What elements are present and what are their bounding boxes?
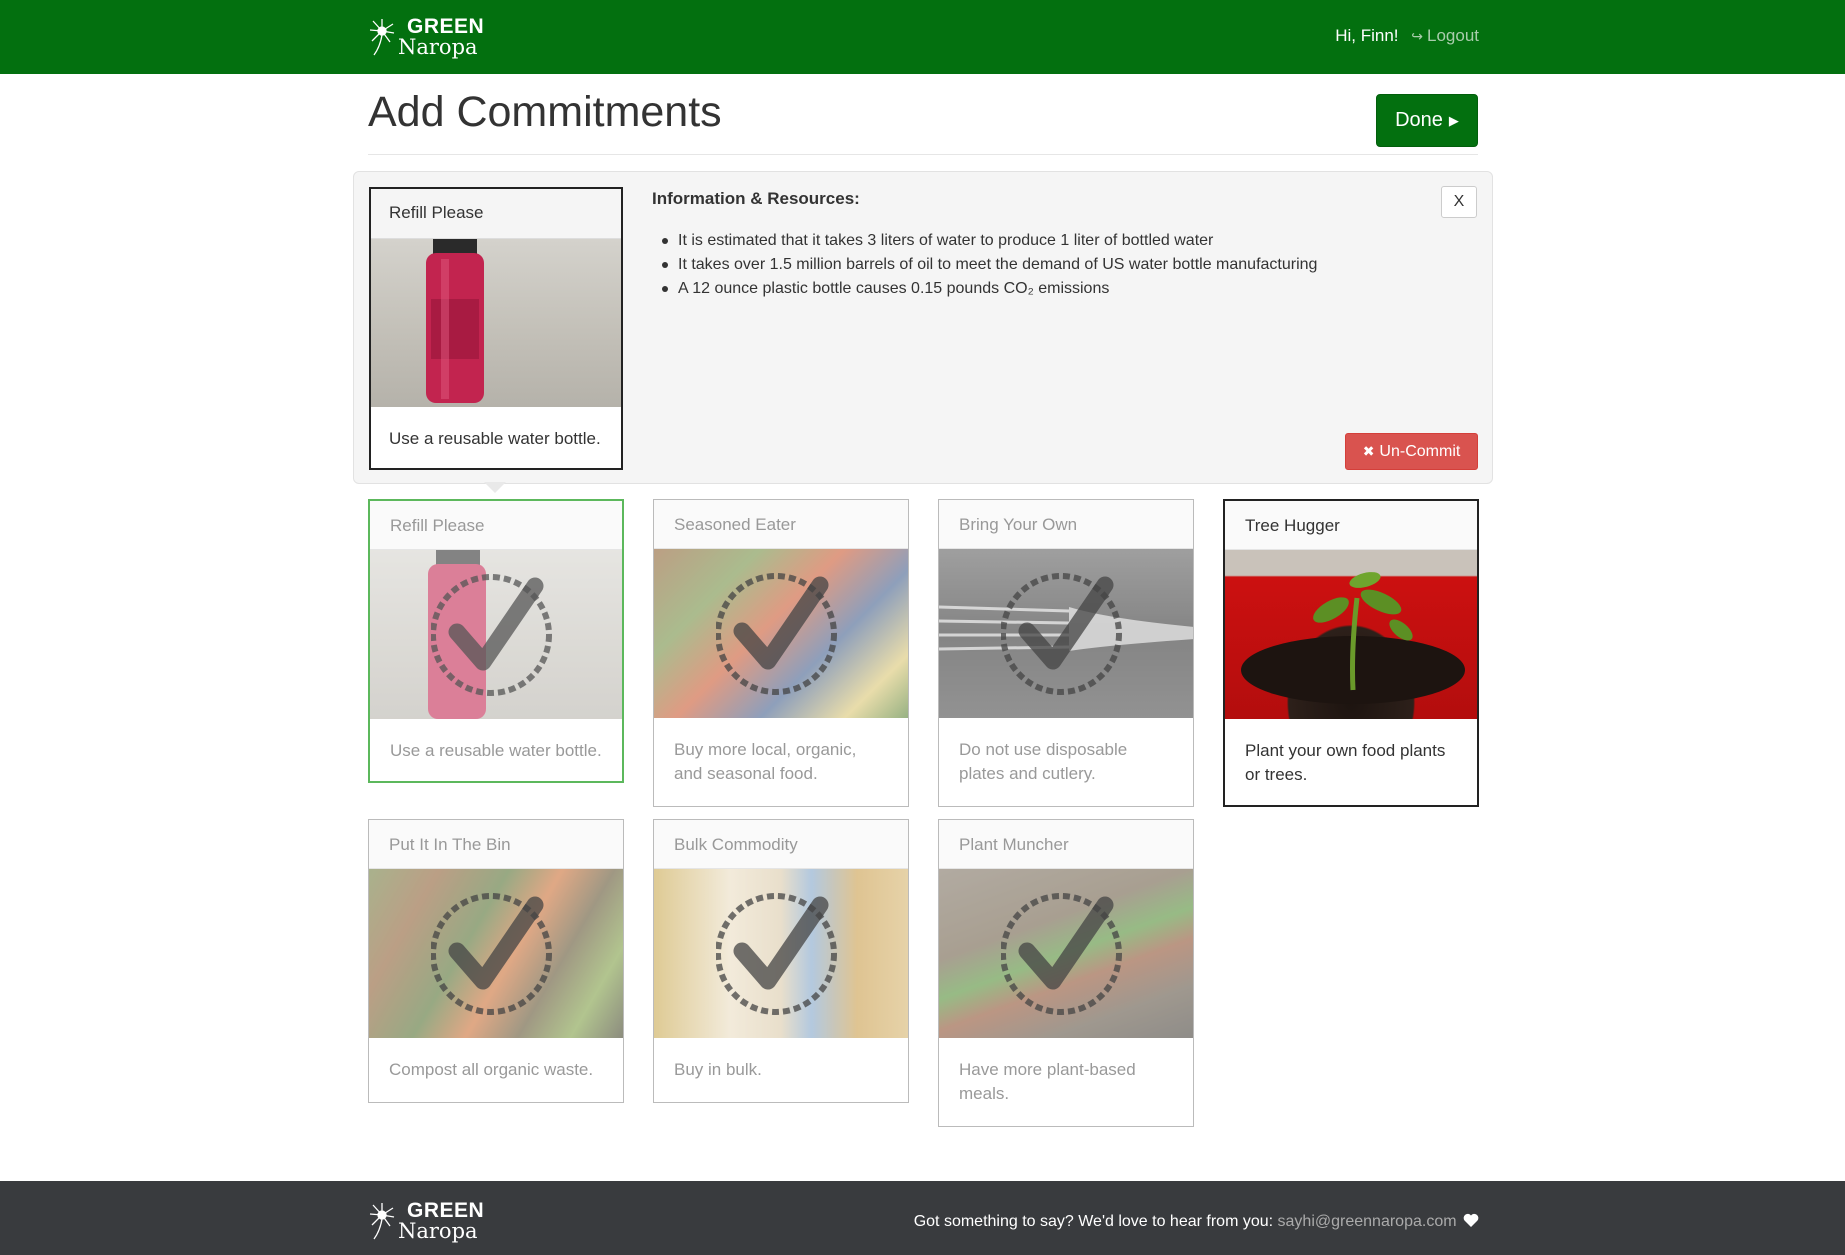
info-resources: Information & Resources: It is estimated…: [652, 189, 1432, 301]
logout-icon: ↪: [1411, 28, 1423, 44]
close-panel-button[interactable]: X: [1441, 186, 1477, 218]
done-label: Done: [1395, 109, 1443, 131]
detail-commitment-card: Refill Please Use a reusable water bottl…: [369, 187, 623, 470]
dandelion-icon: [369, 19, 395, 56]
card-title: Plant Muncher: [939, 820, 1193, 869]
vegetable-basket-image: [939, 869, 1193, 1038]
bulk-sacks-image: [654, 869, 908, 1038]
panel-pointer-arrow: [484, 482, 506, 493]
user-greeting: Hi, Finn!: [1335, 26, 1399, 45]
logo-text-naropa: Naropa: [398, 35, 478, 59]
caret-right-icon: ▶: [1448, 112, 1459, 128]
footer-logo[interactable]: GREEN Naropa: [368, 1195, 488, 1247]
card-title: Seasoned Eater: [654, 500, 908, 549]
uncommit-label: Un-Commit: [1379, 442, 1461, 460]
detail-card-text: Use a reusable water bottle.: [389, 429, 601, 448]
card-title: Tree Hugger: [1225, 501, 1477, 550]
logout-label: Logout: [1427, 26, 1479, 45]
seedling-pot-image: [1225, 550, 1477, 719]
logout-link[interactable]: ↪ Logout: [1411, 26, 1479, 45]
commitment-card-bulk-commodity[interactable]: Bulk Commodity Buy in bulk.: [653, 819, 909, 1103]
card-title: Refill Please: [370, 501, 622, 550]
info-heading: Information & Resources:: [652, 189, 860, 208]
fact-item: A 12 ounce plastic bottle causes 0.15 po…: [662, 277, 1432, 301]
user-menu: Hi, Finn! ↪ Logout: [1335, 26, 1479, 46]
water-bottle-image: [370, 550, 622, 719]
green-naropa-logo[interactable]: GREEN Naropa: [368, 11, 488, 63]
plastic-fork-image: [939, 549, 1193, 718]
committed-check-icon: [716, 892, 837, 1015]
committed-check-icon: [1001, 892, 1122, 1015]
commitment-card-put-it-in-the-bin[interactable]: Put It In The Bin Compost all organic wa…: [368, 819, 624, 1103]
top-navbar: GREEN Naropa Hi, Finn! ↪ Logout: [0, 0, 1845, 74]
fact-item: It takes over 1.5 million barrels of oil…: [662, 253, 1432, 277]
fact-item: It is estimated that it takes 3 liters o…: [662, 229, 1432, 253]
commitment-card-refill-please[interactable]: Refill Please Use a reusable water bottl…: [368, 499, 624, 783]
card-title: Bulk Commodity: [654, 820, 908, 869]
commitment-card-tree-hugger[interactable]: Tree Hugger Plant your own food plants o…: [1223, 499, 1479, 807]
card-text: Use a reusable water bottle.: [390, 741, 602, 760]
committed-check-icon: [431, 892, 552, 1015]
facts-list: It is estimated that it takes 3 liters o…: [652, 229, 1432, 301]
committed-check-icon: [1001, 572, 1122, 695]
remove-icon: ✖: [1362, 443, 1375, 459]
done-button[interactable]: Done ▶: [1376, 94, 1478, 147]
page-title: Add Commitments: [368, 88, 722, 136]
card-text: Compost all organic waste.: [389, 1060, 594, 1079]
card-text: Buy more local, organic, and seasonal fo…: [674, 740, 857, 783]
card-text: Buy in bulk.: [674, 1060, 762, 1079]
contact-email-link[interactable]: sayhi@greennaropa.com: [1278, 1213, 1457, 1230]
heart-icon: [1463, 1213, 1479, 1227]
commitment-card-bring-your-own[interactable]: Bring Your Own Do not use disposable pla…: [938, 499, 1194, 807]
commitment-card-seasoned-eater[interactable]: Seasoned Eater Buy more local, organic, …: [653, 499, 909, 807]
commitment-card-plant-muncher[interactable]: Plant Muncher Have more plant-based meal…: [938, 819, 1194, 1127]
committed-check-icon: [431, 573, 552, 696]
committed-check-icon: [716, 572, 837, 695]
card-text: Do not use disposable plates and cutlery…: [959, 740, 1128, 783]
header-divider: [368, 154, 1478, 155]
water-bottle-image: [371, 239, 621, 407]
uncommit-button[interactable]: ✖ Un-Commit: [1345, 433, 1478, 470]
detail-card-title: Refill Please: [371, 189, 621, 239]
water-bottle-illustration: [426, 239, 484, 403]
footer-message: Got something to say? We'd love to hear …: [913, 1213, 1278, 1230]
dandelion-icon: [369, 1203, 395, 1240]
farmers-market-image: [654, 549, 908, 718]
compost-image: [369, 869, 623, 1038]
card-title: Put It In The Bin: [369, 820, 623, 869]
footer-contact: Got something to say? We'd love to hear …: [914, 1213, 1479, 1231]
card-title: Bring Your Own: [939, 500, 1193, 549]
card-text: Plant your own food plants or trees.: [1245, 741, 1446, 784]
card-text: Have more plant-based meals.: [959, 1060, 1136, 1103]
seedling-illustration: [1241, 572, 1465, 704]
logo-text-naropa: Naropa: [398, 1219, 478, 1243]
